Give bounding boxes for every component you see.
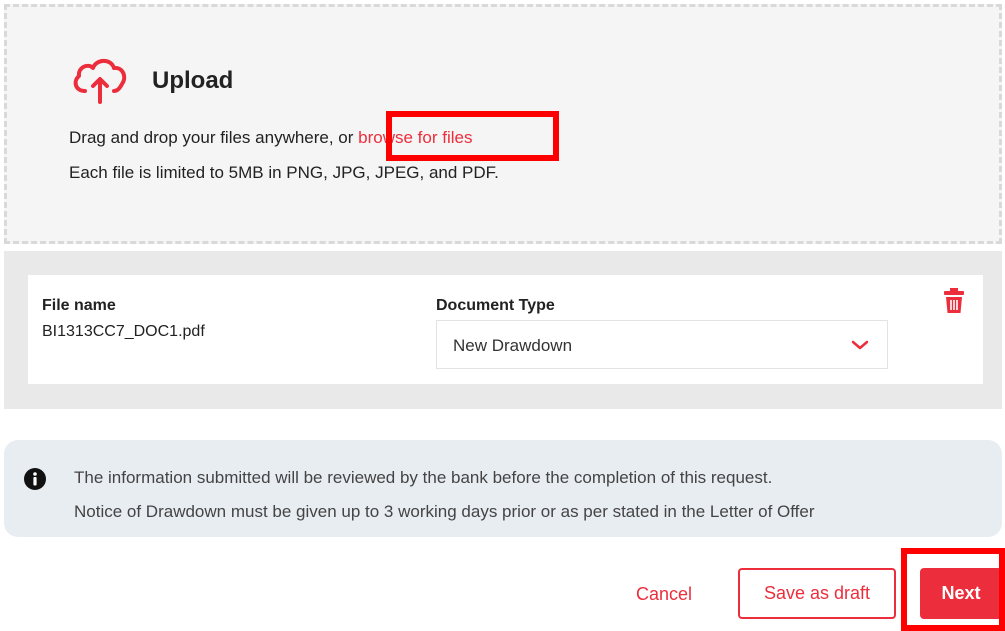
upload-file-limits: Each file is limited to 5MB in PNG, JPG,… (69, 163, 499, 182)
browse-files-link[interactable]: browse for files (358, 128, 472, 147)
save-as-draft-button[interactable]: Save as draft (738, 568, 896, 619)
info-notice: The information submitted will be review… (4, 440, 1002, 537)
next-button[interactable]: Next (920, 568, 1002, 619)
upload-dropzone[interactable]: Upload Drag and drop your files anywhere… (4, 4, 1002, 244)
chevron-down-icon (851, 340, 869, 350)
cancel-button[interactable]: Cancel (612, 570, 716, 618)
document-type-value: New Drawdown (453, 336, 573, 355)
upload-instructions: Drag and drop your files anywhere, or br… (69, 128, 472, 148)
upload-instructions-text: Drag and drop your files anywhere, or (69, 128, 359, 147)
info-icon (24, 468, 46, 490)
document-type-select[interactable]: New Drawdown (436, 320, 888, 369)
info-text-notice: Notice of Drawdown must be given up to 3… (74, 502, 815, 521)
uploaded-files-panel: File name BI1313CC7_DOC1.pdf Document Ty… (4, 251, 1002, 409)
document-type-label: Document Type (436, 297, 555, 314)
file-name-value: BI1313CC7_DOC1.pdf (42, 323, 205, 340)
file-card: File name BI1313CC7_DOC1.pdf Document Ty… (28, 275, 983, 384)
info-text-review: The information submitted will be review… (74, 468, 773, 487)
file-name-label: File name (42, 297, 116, 314)
upload-title: Upload (152, 67, 234, 94)
cloud-upload-icon (73, 58, 127, 104)
trash-icon[interactable] (943, 288, 965, 314)
